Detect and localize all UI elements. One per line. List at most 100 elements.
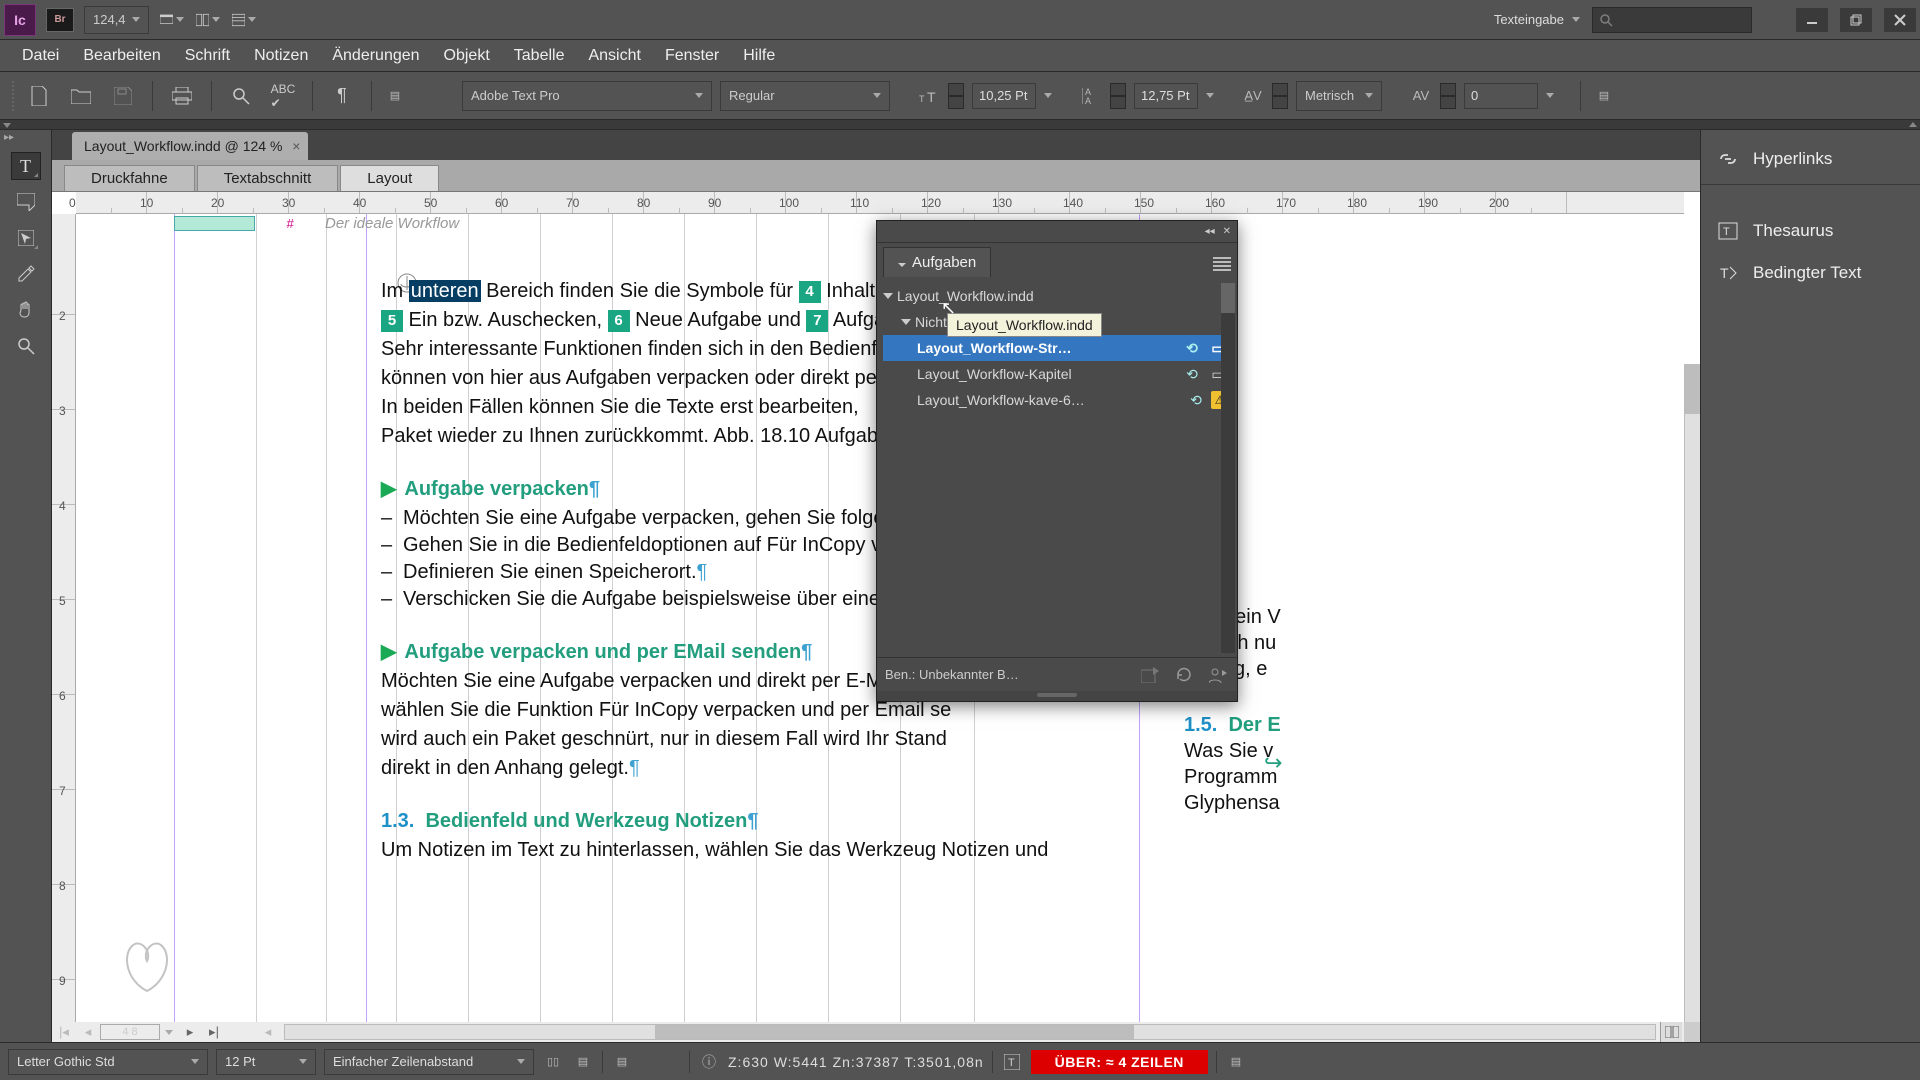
menu-datei[interactable]: Datei (10, 41, 71, 71)
page-dropdown-icon[interactable] (160, 1023, 178, 1041)
page-field[interactable]: 4 8 (100, 1024, 160, 1040)
assignments-tree[interactable]: Layout_Workflow.indd Nicht z ↖ Layout_Wo… (883, 283, 1235, 653)
char-style-combo[interactable]: Letter Gothic Std (8, 1049, 208, 1075)
tree-root[interactable]: Layout_Workflow.indd (883, 283, 1235, 309)
tree-item[interactable]: Layout_Workflow-Str… ⟲ ▭ (883, 335, 1235, 361)
search-icon (1599, 13, 1613, 27)
expand-tools-icon[interactable]: ▸▸ (4, 132, 14, 143)
document-tab[interactable]: Layout_Workflow.indd @ 124 % × (72, 132, 308, 160)
tab-layout[interactable]: Layout (340, 165, 439, 191)
menu-hilfe[interactable]: Hilfe (731, 41, 787, 71)
find-icon[interactable] (224, 79, 258, 113)
tab-textabschnitt[interactable]: Textabschnitt (197, 165, 339, 191)
prev-spread-icon[interactable]: ◂ (256, 1023, 280, 1041)
open-icon[interactable] (64, 79, 98, 113)
menu-tabelle[interactable]: Tabelle (502, 41, 577, 71)
story-link-icon[interactable]: ⟲ (1181, 339, 1203, 357)
vertical-scrollbar[interactable] (1684, 364, 1700, 1022)
menu-schrift[interactable]: Schrift (173, 41, 242, 71)
hand-tool[interactable] (11, 296, 41, 324)
print-icon[interactable] (165, 79, 199, 113)
chevron-down-icon (898, 263, 906, 267)
tree-item[interactable]: Layout_Workflow-Kapitel ⟲ ▭ (883, 361, 1235, 387)
spellcheck-icon[interactable]: ABC✔ (266, 79, 300, 113)
refresh-icon[interactable] (1173, 665, 1195, 685)
kerning-combo[interactable]: Metrisch (1296, 81, 1382, 111)
panel-menu-icon[interactable] (1213, 251, 1231, 277)
tree-item[interactable]: Layout_Workflow-kave-6… ⟲ ⚠ (883, 387, 1235, 413)
next-page-icon[interactable]: ▸ (178, 1023, 202, 1041)
font-family-combo[interactable]: Adobe Text Pro (462, 81, 712, 111)
position-tool[interactable] (11, 224, 41, 252)
panel-conditional-text[interactable]: T Bedingter Text (1701, 252, 1920, 294)
menu-bearbeiten[interactable]: Bearbeiten (71, 41, 172, 71)
leading-spinner[interactable] (1110, 83, 1126, 109)
story-link-icon[interactable]: ⟲ (1185, 391, 1207, 409)
zoom-level-combo[interactable]: 124,4 (84, 6, 149, 34)
panel-resize-grip[interactable] (877, 691, 1237, 701)
search-input[interactable] (1592, 7, 1752, 33)
panel-thesaurus[interactable]: T Thesaurus (1701, 210, 1920, 252)
hyperlink-icon (1715, 150, 1741, 168)
column-count-icon[interactable]: ▯▯ (542, 1051, 564, 1073)
eyedropper-tool[interactable] (11, 260, 41, 288)
first-page-icon[interactable]: |◂ (52, 1023, 76, 1041)
para-style-combo[interactable]: Einfacher Zeilenabstand (324, 1049, 534, 1075)
last-page-icon[interactable]: ▸| (202, 1023, 226, 1041)
tab-druckfahne[interactable]: Druckfahne (64, 165, 195, 191)
info-icon[interactable]: ⓘ (698, 1051, 720, 1073)
maximize-button[interactable] (1840, 8, 1872, 32)
user-label: Ben.: Unbekannter B… (885, 667, 1127, 682)
type-tool[interactable]: T (11, 152, 41, 180)
font-size-spinner[interactable] (948, 83, 964, 109)
font-style-combo[interactable]: Regular (720, 81, 890, 111)
tracking-spinner[interactable] (1440, 83, 1456, 109)
kerning-spinner[interactable] (1272, 83, 1288, 109)
expand-right-grip[interactable] (1906, 120, 1920, 129)
status-flyout-icon[interactable]: ▤ (1225, 1051, 1247, 1073)
menu-notizen[interactable]: Notizen (242, 41, 320, 71)
arrange-documents-icon[interactable] (195, 8, 221, 32)
status-size-combo[interactable]: 12 Pt (216, 1049, 316, 1075)
horizontal-scrollbar[interactable] (284, 1024, 1656, 1040)
overset-icon[interactable]: T (1001, 1051, 1023, 1073)
close-button[interactable] (1884, 8, 1916, 32)
font-size-field[interactable]: 10,25 Pt (972, 83, 1036, 109)
overset-indicator[interactable]: ÜBER: ≈ 4 ZEILEN (1031, 1050, 1208, 1074)
minimize-button[interactable] (1796, 8, 1828, 32)
flyout-icon[interactable]: ▤ (611, 1051, 633, 1073)
note-tool[interactable] (11, 188, 41, 216)
menu-objekt[interactable]: Objekt (432, 41, 502, 71)
prev-page-icon[interactable]: ◂ (76, 1023, 100, 1041)
tree-scrollbar[interactable] (1221, 283, 1235, 653)
screen-mode-icon[interactable] (159, 8, 185, 32)
collapse-panel-icon[interactable]: ◂◂ (1205, 226, 1215, 237)
line-count-icon[interactable]: ▤ (572, 1051, 594, 1073)
close-tab-icon[interactable]: × (292, 138, 300, 154)
story-link-icon[interactable]: ⟲ (1181, 365, 1203, 383)
menu-ansicht[interactable]: Ansicht (576, 41, 652, 71)
context-flyout-icon[interactable]: ▤ (1593, 85, 1615, 107)
flyout-icon[interactable]: ▤ (384, 85, 406, 107)
panel-hyperlinks[interactable]: Hyperlinks (1701, 138, 1920, 180)
workspace-switcher[interactable]: Texteingabe (1494, 12, 1580, 27)
bridge-icon[interactable]: Br (46, 8, 74, 32)
new-doc-icon[interactable] (22, 79, 56, 113)
tracking-field[interactable]: 0 (1464, 83, 1538, 109)
expand-left-grip[interactable] (0, 120, 14, 129)
user-icon[interactable] (1207, 665, 1229, 685)
show-hidden-chars-icon[interactable]: ¶ (325, 79, 359, 113)
assignments-tab[interactable]: Aufgaben (883, 247, 991, 277)
zoom-tool[interactable] (11, 332, 41, 360)
split-view-icon[interactable] (1660, 1022, 1682, 1042)
canvas[interactable]: 0102030405060708090100110120130140150160… (52, 192, 1700, 1042)
menu-fenster[interactable]: Fenster (653, 41, 731, 71)
view-options-icon[interactable] (231, 8, 257, 32)
update-content-icon[interactable] (1139, 665, 1161, 685)
horizontal-ruler[interactable]: 0102030405060708090100110120130140150160… (76, 192, 1684, 214)
save-icon[interactable] (106, 79, 140, 113)
menu-aenderungen[interactable]: Änderungen (320, 41, 431, 71)
vertical-ruler[interactable]: 23456789 (52, 214, 76, 1026)
leading-field[interactable]: 12,75 Pt (1134, 83, 1198, 109)
close-panel-icon[interactable]: ✕ (1223, 226, 1231, 237)
